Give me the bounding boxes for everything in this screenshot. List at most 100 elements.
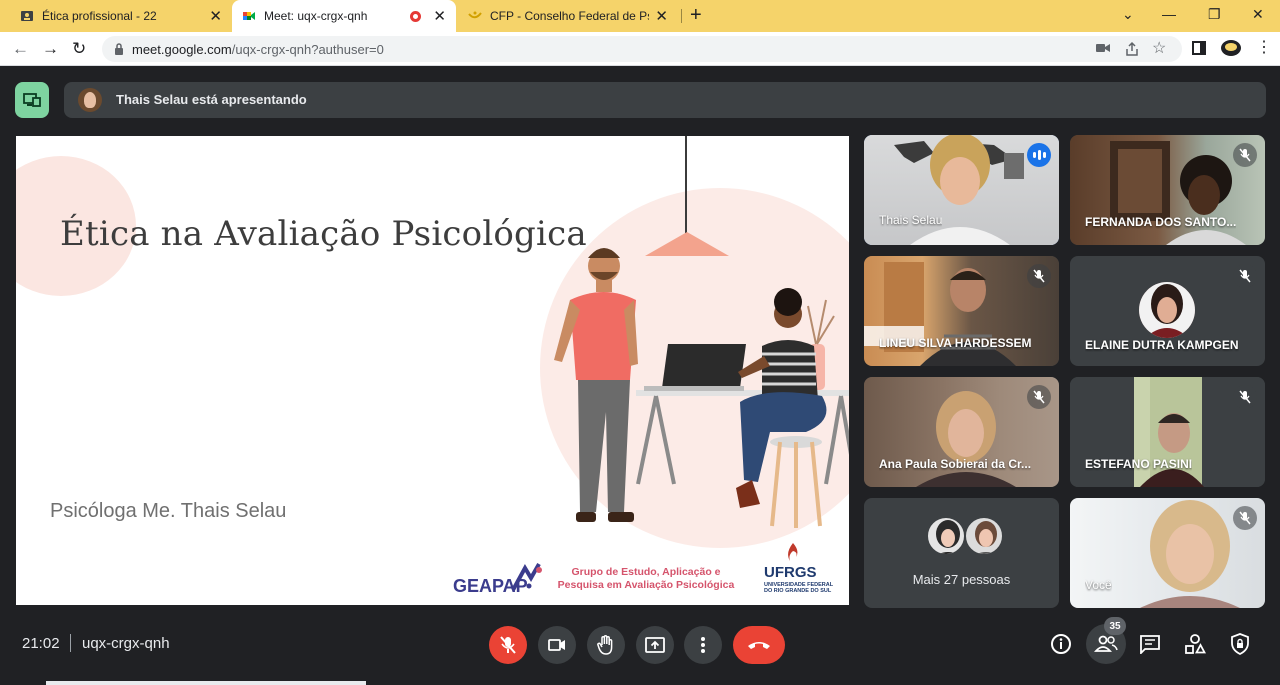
close-icon[interactable]: ✕	[655, 9, 668, 24]
url-field[interactable]: meet.google.com/uqx-crgx-qnh?authuser=0 …	[102, 36, 1182, 62]
mic-off-icon	[1233, 506, 1257, 530]
participant-name: Você	[1085, 578, 1112, 592]
menu-icon[interactable]: ⋮	[1256, 39, 1272, 57]
slide-author: Psicóloga Me. Thais Selau	[50, 500, 287, 522]
presenter-banner: Thais Selau está apresentando	[64, 82, 1266, 118]
recording-icon	[410, 10, 422, 22]
chat-button[interactable]	[1136, 630, 1164, 658]
share-icon[interactable]	[1124, 41, 1140, 57]
reload-icon[interactable]: ↻	[72, 39, 86, 59]
present-now-button[interactable]	[636, 626, 674, 664]
close-icon[interactable]: ✕	[433, 9, 446, 24]
presentation-toggle-button[interactable]	[15, 82, 49, 118]
participant-name: FERNANDA DOS SANTO...	[1085, 215, 1237, 229]
close-window-button[interactable]: ✕	[1252, 4, 1264, 24]
hand-icon	[597, 635, 613, 655]
mic-off-icon	[500, 636, 516, 654]
scroll-strip	[46, 681, 366, 685]
extension-icon[interactable]	[1220, 38, 1242, 58]
speaking-indicator-icon	[1027, 143, 1051, 167]
mic-off-icon	[1027, 385, 1051, 409]
meeting-code: uqx-crgx-qnh	[82, 635, 170, 652]
back-icon[interactable]: ←	[12, 39, 29, 59]
divider	[70, 634, 71, 652]
more-participants-tile[interactable]: Mais 27 pessoas	[864, 498, 1059, 608]
mic-off-icon	[1233, 385, 1257, 409]
tab-cfp[interactable]: CFP - Conselho Federal de Psicol ✕	[458, 0, 678, 32]
tab-title: Ética profissional - 22	[42, 9, 157, 23]
participant-tile[interactable]: ELAINE DUTRA KAMPGEN	[1070, 256, 1265, 366]
participant-tile[interactable]: Thais Selau	[864, 135, 1059, 245]
ufrgs-flame-icon	[788, 543, 798, 561]
classroom-icon	[21, 11, 33, 21]
meeting-time: 21:02	[22, 635, 60, 652]
avatar	[964, 516, 1004, 556]
participant-name: LINEU SILVA HARDESSEM	[879, 336, 1032, 350]
self-tile[interactable]: Você	[1070, 498, 1265, 608]
minimize-button[interactable]: —	[1162, 4, 1176, 24]
lock-icon[interactable]	[114, 43, 124, 55]
shared-slide: Ética na Avaliação Psicológica Psicóloga…	[16, 136, 849, 605]
activities-button[interactable]	[1181, 630, 1209, 658]
ufrgs-subtitle: UNIVERSIDADE FEDERAL DO RIO GRANDE DO SU…	[764, 582, 833, 594]
new-tab-button[interactable]: +	[690, 4, 702, 26]
close-icon[interactable]: ✕	[209, 9, 222, 24]
activities-icon	[1185, 634, 1206, 654]
presenter-text: Thais Selau está apresentando	[116, 92, 307, 107]
leave-call-button[interactable]	[733, 626, 785, 664]
more-options-button[interactable]	[684, 626, 722, 664]
maximize-button[interactable]: ❐	[1208, 4, 1221, 24]
research-group-name: Grupo de Estudo, Aplicação e Pesquisa em…	[557, 566, 735, 591]
cfp-icon	[468, 11, 482, 19]
participant-name: Ana Paula Sobierai da Cr...	[879, 457, 1032, 471]
more-participants-avatars	[926, 516, 1006, 558]
star-icon[interactable]: ☆	[1152, 41, 1166, 57]
tab-divider	[681, 9, 682, 23]
address-bar: ← → ↻ meet.google.com/uqx-crgx-qnh?authu…	[0, 32, 1280, 66]
host-controls-button[interactable]	[1226, 630, 1254, 658]
tab-etica-profissional[interactable]: Ética profissional - 22 ✕	[10, 0, 232, 32]
hang-up-icon	[748, 642, 770, 649]
forward-icon[interactable]: →	[42, 39, 59, 59]
present-screen-icon	[23, 93, 41, 107]
people-illustration	[554, 248, 849, 528]
tab-meet[interactable]: Meet: uqx-crgx-qnh ✕	[232, 0, 456, 32]
url-text: meet.google.com/uqx-crgx-qnh?authuser=0	[132, 42, 384, 57]
meeting-details-button[interactable]	[1047, 630, 1075, 658]
participant-name: Thais Selau	[879, 213, 943, 227]
browser-tab-strip: Ética profissional - 22 ✕ Meet: uqx-crgx…	[0, 0, 1280, 32]
camera-icon	[548, 639, 565, 651]
raise-hand-button[interactable]	[587, 626, 625, 664]
shield-lock-icon	[1231, 633, 1249, 655]
participant-name: ESTEFANO PASINI	[1085, 457, 1193, 471]
chevron-down-icon[interactable]: ⌄	[1122, 4, 1134, 24]
camera-icon[interactable]	[1096, 42, 1110, 54]
ufrgs-logo: UFRGS	[764, 564, 817, 581]
geapap-logo-mark	[511, 563, 542, 591]
url-path: /uqx-crgx-qnh?authuser=0	[231, 42, 384, 57]
mic-off-icon	[1233, 264, 1257, 288]
microphone-button[interactable]	[489, 626, 527, 664]
participant-tile[interactable]: FERNANDA DOS SANTO...	[1070, 135, 1265, 245]
avatar	[926, 516, 966, 556]
slide-title: Ética na Avaliação Psicológica	[60, 214, 587, 254]
participant-name: ELAINE DUTRA KAMPGEN	[1085, 338, 1239, 352]
meet-icon	[243, 12, 255, 20]
more-participants-label: Mais 27 pessoas	[912, 572, 1011, 587]
participant-tile[interactable]: LINEU SILVA HARDESSEM	[864, 256, 1059, 366]
camera-button[interactable]	[538, 626, 576, 664]
participant-tile[interactable]: ESTEFANO PASINI	[1070, 377, 1265, 487]
mic-off-icon	[1027, 264, 1051, 288]
info-icon	[1051, 634, 1071, 654]
url-host: meet.google.com	[132, 42, 232, 57]
avatar	[78, 88, 102, 112]
participant-tile[interactable]: Ana Paula Sobierai da Cr...	[864, 377, 1059, 487]
mic-off-icon	[1233, 143, 1257, 167]
people-icon	[1094, 635, 1118, 652]
avatar	[1139, 282, 1195, 338]
tab-title: CFP - Conselho Federal de Psicol	[490, 9, 649, 23]
chat-icon	[1140, 635, 1160, 654]
sidebar-icon[interactable]	[1192, 41, 1206, 55]
more-vert-icon	[701, 637, 705, 653]
people-count-badge: 35	[1104, 617, 1126, 635]
